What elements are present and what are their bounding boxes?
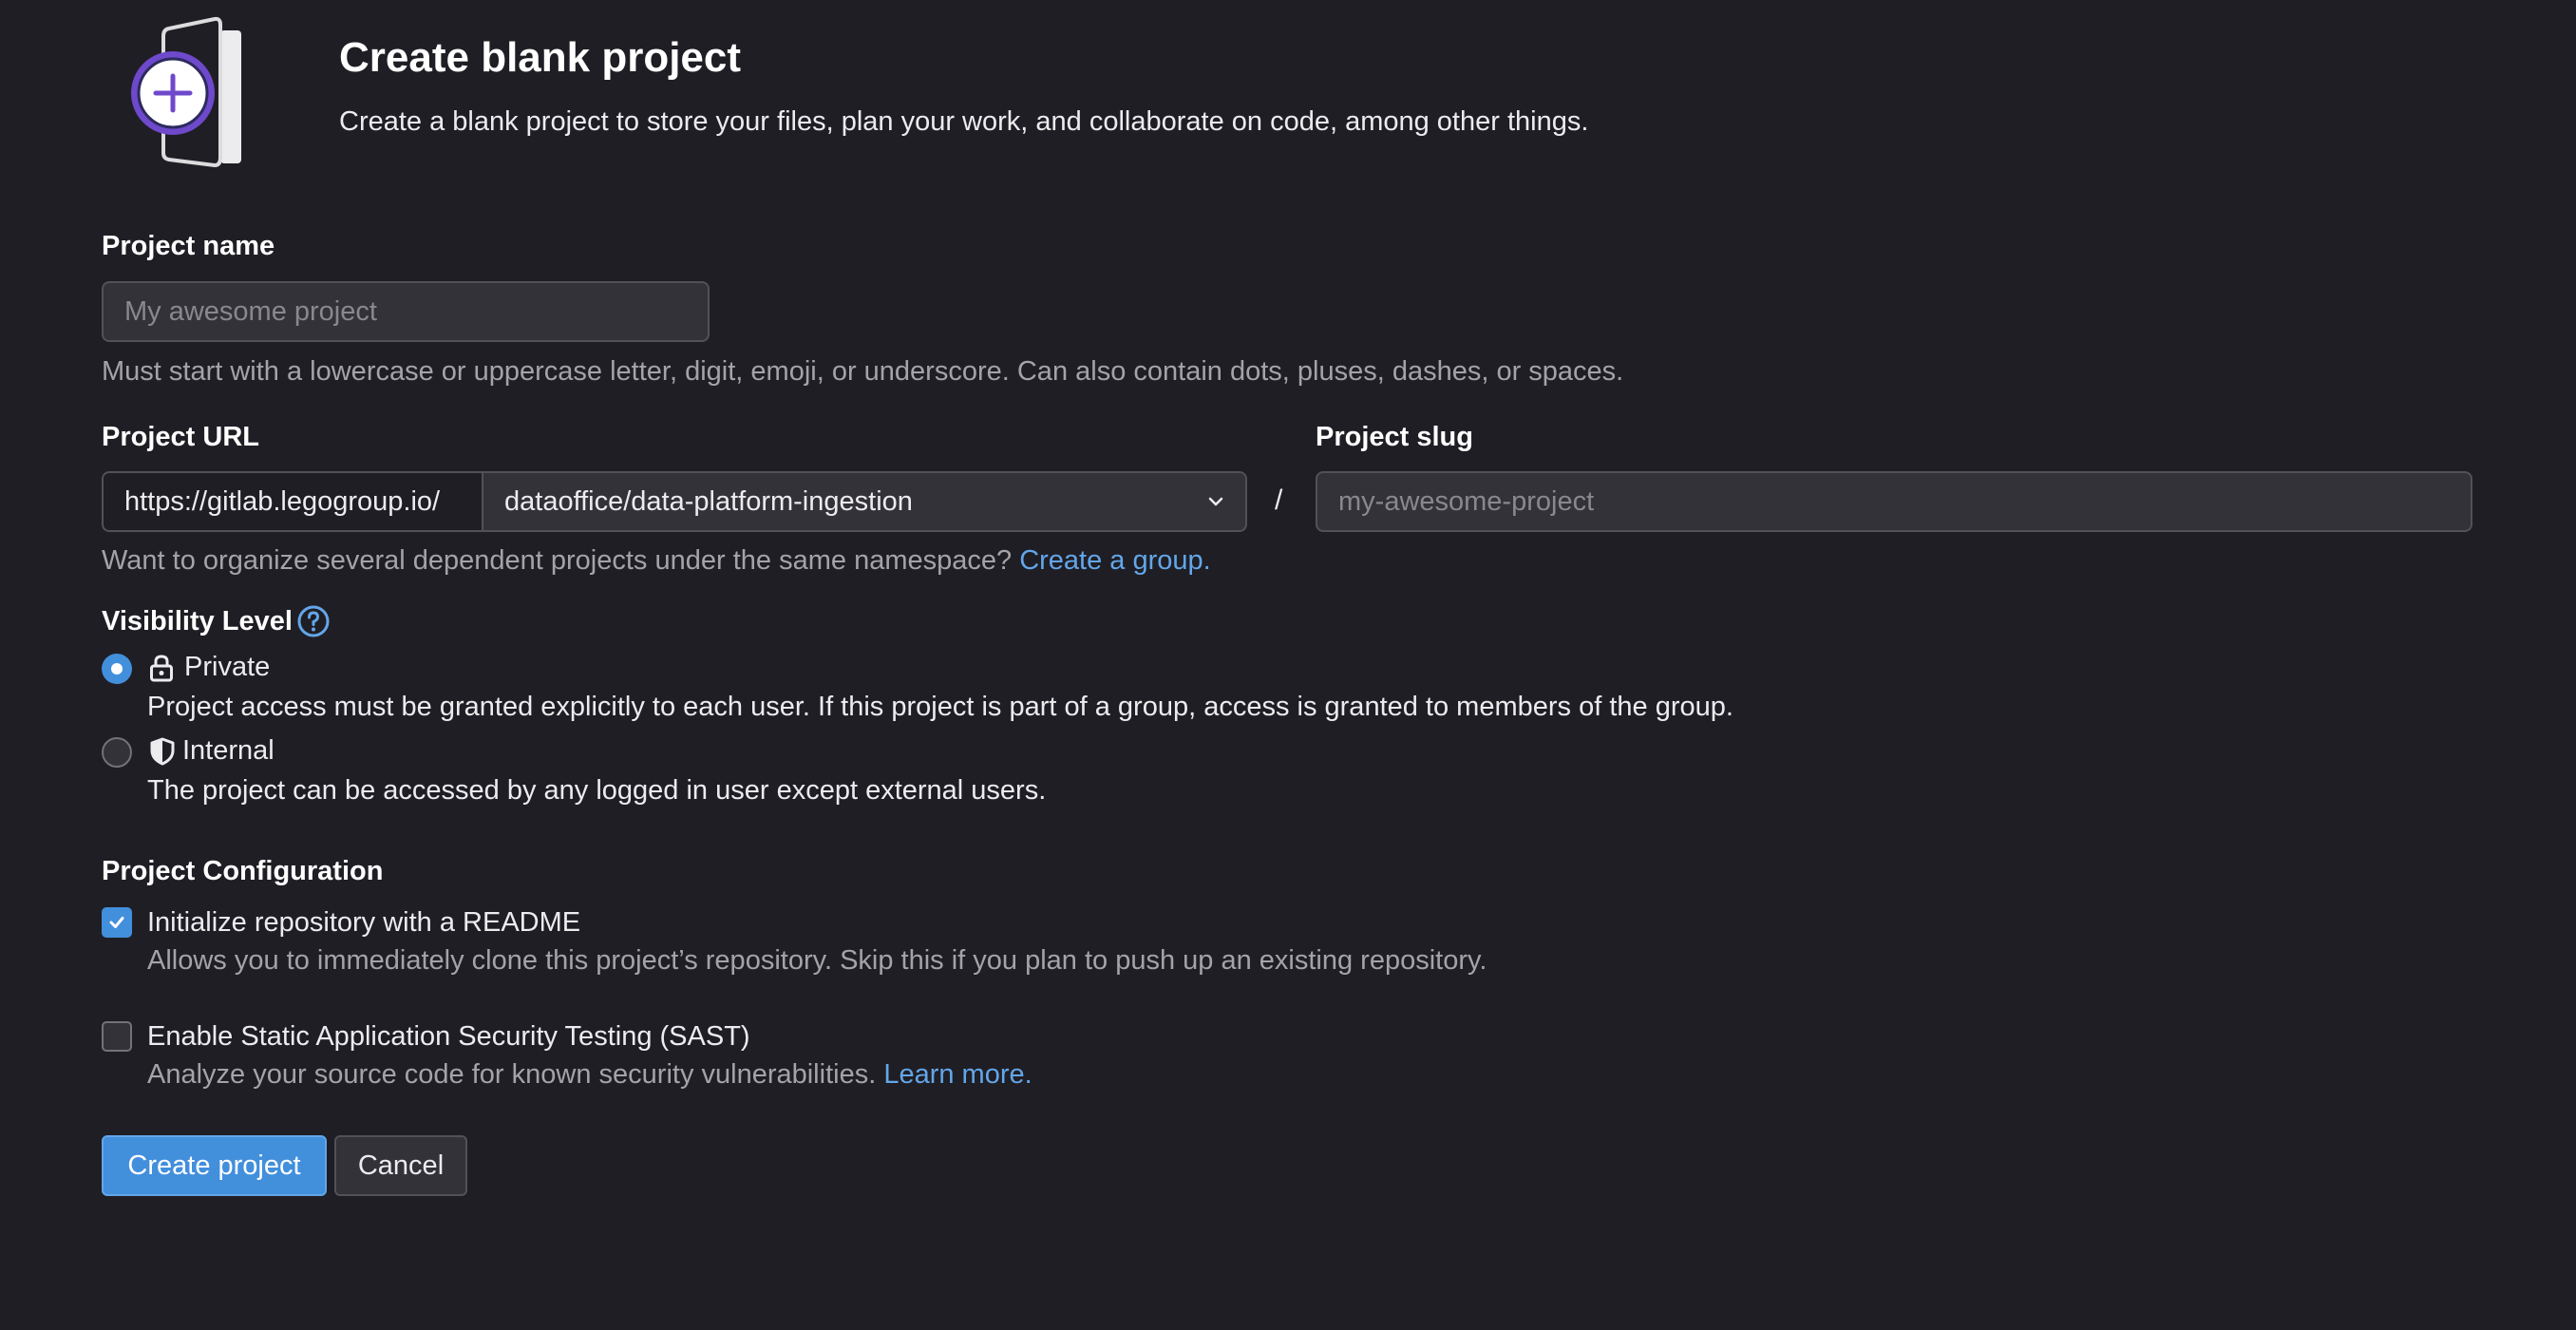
url-separator: /: [1275, 484, 1283, 516]
sast-checkbox-label[interactable]: Enable Static Application Security Testi…: [147, 1021, 750, 1053]
project-name-help: Must start with a lowercase or uppercase…: [102, 356, 1624, 387]
readme-checkbox[interactable]: [102, 907, 132, 938]
project-name-input[interactable]: [102, 281, 710, 342]
visibility-internal-description: The project can be accessed by any logge…: [147, 775, 1047, 806]
namespace-select[interactable]: dataoffice/data-platform-ingestion: [482, 471, 1247, 532]
sast-checkbox[interactable]: [102, 1021, 132, 1052]
project-url-help-text: Want to organize several dependent proje…: [102, 545, 1013, 576]
visibility-level-label-row: Visibility Level: [102, 604, 331, 638]
checkmark-icon: [107, 913, 126, 932]
shield-icon: [148, 736, 177, 767]
project-name-label: Project name: [102, 231, 275, 261]
page-description: Create a blank project to store your fil…: [339, 106, 1589, 137]
page-title: Create blank project: [339, 34, 742, 81]
visibility-internal-option[interactable]: Internal: [148, 735, 275, 767]
visibility-private-option[interactable]: Private: [148, 652, 270, 683]
lock-icon: [148, 654, 175, 682]
sast-description-row: Analyze your source code for known secur…: [147, 1059, 1032, 1091]
project-url-label: Project URL: [102, 422, 259, 452]
project-slug-label: Project slug: [1316, 422, 1473, 452]
learn-more-link[interactable]: Learn more.: [883, 1059, 1032, 1090]
project-url-help: Want to organize several dependent proje…: [102, 545, 1211, 577]
create-group-link[interactable]: Create a group.: [1019, 545, 1211, 576]
visibility-internal-label: Internal: [182, 735, 275, 766]
project-url-prefix-text: https://gitlab.legogroup.io/: [124, 485, 441, 517]
project-url-prefix: https://gitlab.legogroup.io/: [102, 471, 483, 532]
visibility-private-description: Project access must be granted explicitl…: [147, 692, 1733, 722]
visibility-level-label: Visibility Level: [102, 605, 293, 636]
help-icon[interactable]: [296, 604, 331, 638]
chevron-down-icon: [1205, 491, 1226, 512]
project-slug-input[interactable]: [1316, 471, 2472, 532]
sast-description: Analyze your source code for known secur…: [147, 1059, 877, 1090]
visibility-private-label: Private: [184, 652, 271, 682]
project-configuration-label: Project Configuration: [102, 856, 384, 886]
cancel-button[interactable]: Cancel: [334, 1135, 467, 1196]
visibility-private-radio[interactable]: [102, 654, 132, 684]
visibility-internal-radio[interactable]: [102, 737, 132, 768]
readme-checkbox-label[interactable]: Initialize repository with a README: [147, 907, 580, 939]
blank-project-illustration: [129, 15, 285, 171]
create-project-button[interactable]: Create project: [102, 1135, 327, 1196]
namespace-select-value: dataoffice/data-platform-ingestion: [504, 485, 913, 517]
readme-description: Allows you to immediately clone this pro…: [147, 945, 1487, 976]
